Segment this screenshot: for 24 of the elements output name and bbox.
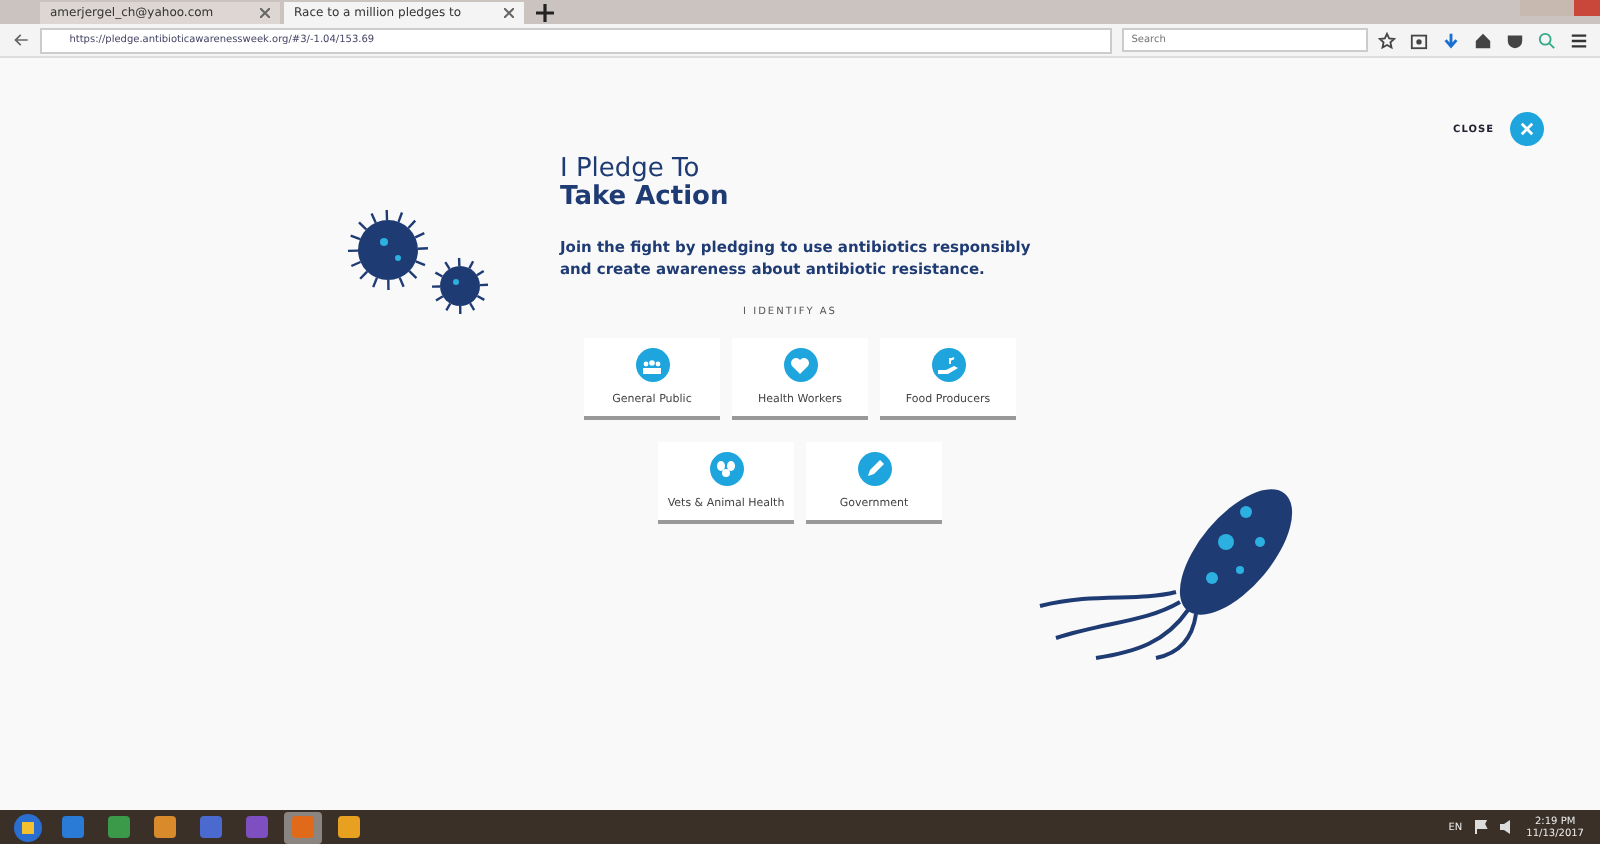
taskbar-button[interactable] bbox=[8, 811, 46, 843]
home-icon[interactable] bbox=[1474, 31, 1492, 49]
camera-icon[interactable] bbox=[1410, 31, 1428, 49]
hand-plant-icon bbox=[938, 356, 958, 374]
heart-icon bbox=[790, 356, 810, 374]
close-icon bbox=[1520, 122, 1534, 136]
new-tab-icon[interactable] bbox=[536, 4, 554, 22]
taskbar-button[interactable] bbox=[284, 811, 322, 843]
speaker-icon[interactable] bbox=[1500, 820, 1515, 834]
menu-icon[interactable] bbox=[1570, 31, 1588, 49]
paw-icon bbox=[716, 460, 736, 478]
close-tab-icon[interactable] bbox=[504, 8, 514, 18]
close-tab-icon[interactable] bbox=[260, 8, 270, 18]
download-icon[interactable] bbox=[1442, 31, 1460, 49]
heading-line: Take Action bbox=[560, 182, 731, 212]
star-icon[interactable] bbox=[1378, 31, 1396, 49]
back-icon[interactable] bbox=[12, 30, 30, 50]
flag-icon[interactable] bbox=[1474, 820, 1489, 834]
pen-icon bbox=[865, 460, 883, 478]
heading-line: I Pledge To bbox=[560, 154, 702, 184]
window-controls-icon[interactable] bbox=[1520, 0, 1600, 16]
virus-drawing bbox=[348, 206, 492, 318]
close-button[interactable] bbox=[1510, 112, 1544, 146]
people-icon bbox=[642, 357, 662, 373]
